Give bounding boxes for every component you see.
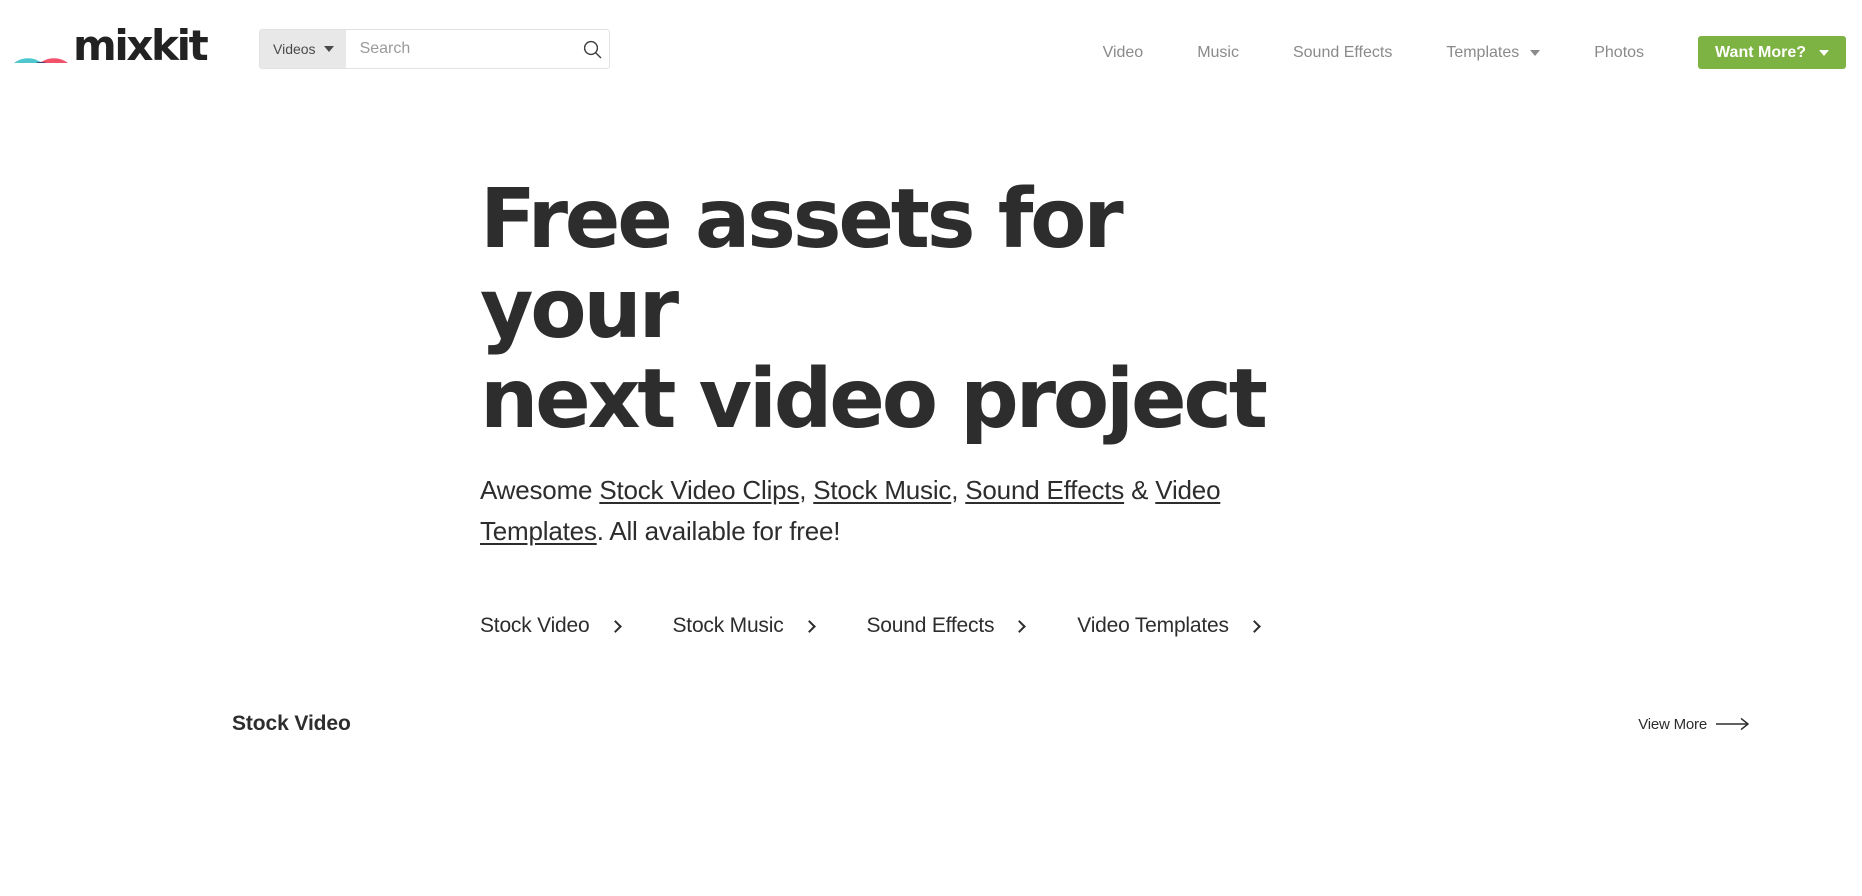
hero-section: Free assets for your next video project …: [0, 103, 1862, 638]
search-bar: Videos: [259, 29, 610, 69]
search-scope-label: Videos: [273, 41, 316, 57]
brand-wordmark: mixkit: [73, 20, 209, 70]
chevron-down-icon: [323, 46, 334, 52]
category-link-label: Video Templates: [1077, 614, 1229, 637]
nav-item-templates[interactable]: Templates: [1419, 37, 1567, 69]
nav-item-label: Templates: [1446, 43, 1520, 61]
hero-subtitle: Awesome Stock Video Clips, Stock Music, …: [480, 470, 1270, 552]
stock-video-grid-placeholder: [0, 736, 1862, 896]
hero-subtitle-sep-2: ,: [951, 475, 966, 505]
nav-item-label: Photos: [1594, 43, 1645, 61]
hero-title-line-1: Free assets for your: [480, 172, 1124, 357]
hero-subtitle-suffix: . All available for free!: [596, 516, 841, 546]
view-more-link[interactable]: View More: [1638, 716, 1750, 733]
chevron-down-icon: [1819, 49, 1829, 56]
category-link-stock-music[interactable]: Stock Music: [672, 614, 816, 638]
want-more-label: Want More?: [1715, 43, 1806, 61]
category-link-sound-effects[interactable]: Sound Effects: [866, 614, 1027, 638]
category-link-label: Sound Effects: [866, 614, 995, 637]
site-header: mixkit Videos Video Music Sound Effects …: [0, 0, 1862, 103]
chevron-right-icon: [1013, 619, 1027, 633]
link-stock-music[interactable]: Stock Music: [813, 475, 951, 505]
arrow-right-icon: [1716, 718, 1749, 730]
category-link-stock-video[interactable]: Stock Video: [480, 614, 622, 638]
mixkit-arches-logo-icon: [14, 57, 68, 63]
nav-item-sound-effects[interactable]: Sound Effects: [1266, 37, 1419, 69]
category-link-label: Stock Video: [480, 614, 590, 637]
category-link-video-templates[interactable]: Video Templates: [1077, 614, 1261, 638]
category-link-label: Stock Music: [672, 614, 784, 637]
nav-item-label: Sound Effects: [1292, 43, 1393, 61]
chevron-right-icon: [802, 619, 816, 633]
nav-item-label: Video: [1102, 43, 1144, 61]
chevron-right-icon: [1247, 619, 1261, 633]
hero-subtitle-sep-3: &: [1124, 475, 1156, 505]
section-header-bar: Stock Video View More: [0, 712, 1862, 736]
section-title: Stock Video: [232, 712, 351, 735]
nav-item-music[interactable]: Music: [1170, 37, 1266, 69]
main-content: Free assets for your next video project …: [0, 103, 1862, 896]
hero-subtitle-prefix: Awesome: [480, 475, 600, 505]
search-scope-dropdown[interactable]: Videos: [260, 30, 346, 68]
link-sound-effects[interactable]: Sound Effects: [965, 475, 1124, 505]
nav-item-photos[interactable]: Photos: [1567, 37, 1671, 69]
stock-video-section: Stock Video View More: [0, 712, 1862, 896]
nav-item-label: Music: [1197, 43, 1239, 61]
view-more-label: View More: [1638, 715, 1707, 733]
search-submit-button[interactable]: [577, 30, 609, 68]
chevron-down-icon: [1530, 49, 1541, 56]
main-navigation: Video Music Sound Effects Templates Phot…: [1076, 36, 1846, 69]
category-links-row: Stock Video Stock Music Sound Effects Vi…: [480, 614, 1862, 638]
brand-logo-link[interactable]: mixkit: [14, 20, 209, 70]
hero-title-line-2: next video project: [480, 352, 1268, 447]
page-title: Free assets for your next video project: [480, 175, 1300, 445]
chevron-right-icon: [608, 619, 622, 633]
link-stock-video-clips[interactable]: Stock Video Clips: [599, 475, 799, 505]
want-more-button[interactable]: Want More?: [1698, 36, 1846, 69]
search-input[interactable]: [345, 30, 577, 68]
nav-item-video[interactable]: Video: [1076, 37, 1171, 69]
hero-subtitle-sep-1: ,: [799, 475, 814, 505]
search-icon: [584, 40, 602, 58]
